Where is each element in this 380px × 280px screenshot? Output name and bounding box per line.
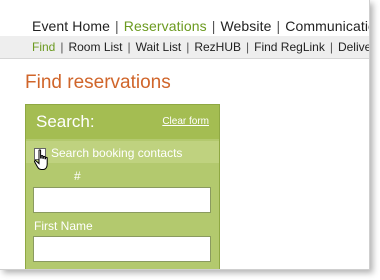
top-nav-website[interactable]: Website bbox=[220, 18, 271, 34]
sub-nav: Find | Room List | Wait List | RezHUB | Find Reg… bbox=[0, 36, 369, 59]
search-panel-title: Search: bbox=[36, 112, 95, 131]
sub-nav-wait-list[interactable]: Wait List bbox=[136, 40, 182, 54]
sub-nav-rezhub[interactable]: RezHUB bbox=[194, 40, 241, 54]
search-panel: Search: Clear form Search booking contac… bbox=[25, 104, 220, 269]
top-nav: Event Home | Reservations | Website | Communic… bbox=[0, 18, 369, 34]
page-title: Find reservations bbox=[25, 72, 171, 93]
sub-nav-separator: | bbox=[60, 40, 64, 54]
first-name-input[interactable] bbox=[33, 236, 211, 262]
sub-nav-room-list[interactable]: Room List bbox=[68, 40, 122, 54]
search-contacts-label: Search booking contacts bbox=[51, 146, 183, 160]
clear-form-link[interactable]: Clear form bbox=[162, 116, 209, 127]
confirmation-number-label: # bbox=[74, 169, 81, 183]
search-panel-body: Search booking contacts # First Name bbox=[26, 139, 219, 269]
sub-nav-separator: | bbox=[329, 40, 333, 54]
top-nav-separator: | bbox=[115, 18, 119, 34]
sub-nav-separator: | bbox=[186, 40, 190, 54]
sub-nav-separator: | bbox=[246, 40, 250, 54]
app-window: Event Home | Reservations | Website | Communic… bbox=[0, 0, 370, 270]
top-nav-reservations[interactable]: Reservations bbox=[124, 18, 207, 34]
sub-nav-find-reglink[interactable]: Find RegLink bbox=[254, 40, 325, 54]
search-contacts-row[interactable]: Search booking contacts bbox=[26, 141, 219, 163]
top-nav-communications[interactable]: Communications bbox=[285, 18, 369, 34]
top-nav-event-home[interactable]: Event Home bbox=[0, 18, 110, 34]
hand-pointer-icon bbox=[33, 149, 48, 170]
sub-nav-find[interactable]: Find bbox=[32, 40, 55, 54]
top-nav-separator: | bbox=[276, 18, 281, 34]
confirmation-number-input[interactable] bbox=[33, 187, 211, 213]
search-panel-header: Search: Clear form bbox=[26, 105, 219, 139]
sub-nav-delivery[interactable]: Delive bbox=[338, 40, 369, 54]
first-name-label: First Name bbox=[34, 219, 93, 233]
sub-nav-separator: | bbox=[127, 40, 131, 54]
top-nav-separator: | bbox=[211, 18, 216, 34]
